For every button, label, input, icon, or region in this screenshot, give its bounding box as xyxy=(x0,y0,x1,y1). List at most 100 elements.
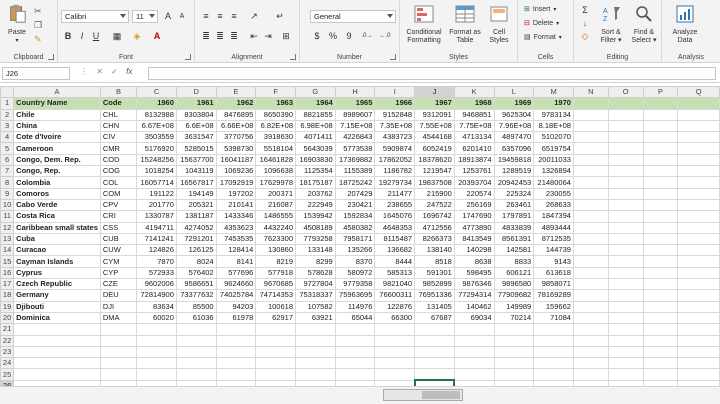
cell[interactable]: 20011033 xyxy=(533,153,574,167)
cell[interactable]: 8370 xyxy=(334,255,376,268)
cell[interactable] xyxy=(607,131,644,144)
cell[interactable]: CIV xyxy=(99,131,138,144)
cell[interactable]: 20393704 xyxy=(453,176,495,189)
cell[interactable]: 5909874 xyxy=(374,142,416,155)
cell[interactable]: 8833 xyxy=(493,255,535,268)
cell[interactable] xyxy=(642,266,679,280)
cell[interactable] xyxy=(572,323,609,336)
cell[interactable] xyxy=(607,255,644,268)
cell[interactable] xyxy=(334,334,376,347)
cell[interactable]: 200371 xyxy=(255,187,296,200)
cell[interactable]: Colombia xyxy=(13,176,101,189)
cell[interactable] xyxy=(642,255,679,268)
cell[interactable]: 75963695 xyxy=(334,289,376,302)
cell[interactable]: 5285015 xyxy=(175,142,217,155)
cell[interactable] xyxy=(607,334,644,347)
cell[interactable] xyxy=(493,357,535,370)
cell[interactable]: 128414 xyxy=(215,244,257,257)
column-header[interactable]: A xyxy=(13,86,101,99)
cell[interactable] xyxy=(607,221,644,234)
clear-icon[interactable]: ◇ xyxy=(578,30,592,43)
cell[interactable] xyxy=(677,198,720,212)
cell[interactable]: 1381187 xyxy=(175,210,217,223)
cell[interactable]: 8561391 xyxy=(493,232,535,246)
row-header[interactable]: 3 xyxy=(0,119,15,133)
cell[interactable]: 17092919 xyxy=(215,176,257,189)
cell[interactable]: 1968 xyxy=(453,97,495,110)
align-center-icon[interactable]: ≣ xyxy=(213,30,227,43)
cell[interactable] xyxy=(493,334,535,347)
cell[interactable]: 256169 xyxy=(453,198,495,212)
cell[interactable] xyxy=(175,334,217,347)
cell[interactable] xyxy=(99,323,138,336)
cell[interactable]: 1645076 xyxy=(374,210,416,223)
cell[interactable]: 591301 xyxy=(414,266,455,280)
cell[interactable]: 16903830 xyxy=(295,153,336,167)
cell[interactable]: 1967 xyxy=(414,97,455,110)
cell[interactable] xyxy=(607,368,644,381)
cell[interactable]: 9670685 xyxy=(255,278,296,291)
cell[interactable] xyxy=(295,323,336,336)
cell[interactable]: CUB xyxy=(99,232,138,246)
cell[interactable]: 4508189 xyxy=(295,221,336,234)
cell[interactable] xyxy=(642,97,679,110)
cell[interactable]: 9858071 xyxy=(533,278,574,291)
cell[interactable]: 131405 xyxy=(414,300,455,313)
cell[interactable]: 7.75E+08 xyxy=(453,119,495,133)
cell[interactable] xyxy=(677,278,720,291)
paste-button[interactable]: Paste ▾ xyxy=(4,4,30,45)
cell[interactable]: 60020 xyxy=(136,311,177,325)
number-format-combo[interactable]: General xyxy=(310,10,396,23)
cell[interactable]: Cote d'Ivoire xyxy=(13,131,101,144)
horizontal-scrollbar[interactable] xyxy=(383,389,463,401)
cell[interactable] xyxy=(677,221,720,234)
cell[interactable]: 5518104 xyxy=(255,142,296,155)
row-header[interactable]: 19 xyxy=(0,300,15,313)
align-left-icon[interactable]: ≣ xyxy=(199,30,213,43)
cell[interactable] xyxy=(677,165,720,178)
row-header[interactable]: 23 xyxy=(0,345,15,359)
column-header[interactable]: F xyxy=(255,86,296,99)
cell[interactable]: 6.98E+08 xyxy=(295,119,336,133)
cell[interactable] xyxy=(677,210,720,223)
cell[interactable] xyxy=(677,345,720,359)
cell[interactable] xyxy=(642,232,679,246)
merge-center-icon[interactable]: ⊞ xyxy=(279,30,293,43)
cell[interactable] xyxy=(533,368,574,381)
cell[interactable]: 71084 xyxy=(533,311,574,325)
column-header[interactable]: I xyxy=(374,86,416,99)
cell[interactable]: 8024 xyxy=(175,255,217,268)
cell[interactable]: 1847394 xyxy=(533,210,574,223)
cell[interactable]: 268633 xyxy=(533,198,574,212)
cell[interactable]: 1969 xyxy=(493,97,535,110)
cell[interactable]: 17629978 xyxy=(255,176,296,189)
cell[interactable]: 194149 xyxy=(175,187,217,200)
cell[interactable] xyxy=(215,345,257,359)
column-header[interactable]: O xyxy=(607,86,644,99)
analyze-data-button[interactable]: Analyze Data xyxy=(668,4,702,45)
cell[interactable]: 1964 xyxy=(295,97,336,110)
cell[interactable]: 4833839 xyxy=(493,221,535,234)
cell[interactable] xyxy=(414,334,455,347)
cell[interactable]: 107582 xyxy=(295,300,336,313)
row-header[interactable]: 15 xyxy=(0,255,15,268)
cell[interactable]: 225324 xyxy=(493,187,535,200)
cell[interactable]: 585313 xyxy=(374,266,416,280)
cell[interactable] xyxy=(13,357,101,370)
cell[interactable]: 1486555 xyxy=(255,210,296,223)
align-bottom-icon[interactable]: ≡ xyxy=(227,10,241,23)
cell[interactable]: 1069236 xyxy=(215,165,257,178)
cell[interactable] xyxy=(677,323,720,336)
cell[interactable]: Comoros xyxy=(13,187,101,200)
cell[interactable]: 7.15E+08 xyxy=(334,119,376,133)
cell[interactable] xyxy=(374,345,416,359)
column-header[interactable]: B xyxy=(99,86,138,99)
sort-filter-button[interactable]: A Z Sort & Filter ▾ xyxy=(596,4,626,45)
cell[interactable]: CMR xyxy=(99,142,138,155)
cell[interactable]: 83634 xyxy=(136,300,177,313)
cell[interactable] xyxy=(607,289,644,302)
cell[interactable]: 3918630 xyxy=(255,131,296,144)
fill-icon[interactable]: ↓ xyxy=(578,17,592,30)
cell[interactable] xyxy=(677,357,720,370)
cell[interactable] xyxy=(572,176,609,189)
